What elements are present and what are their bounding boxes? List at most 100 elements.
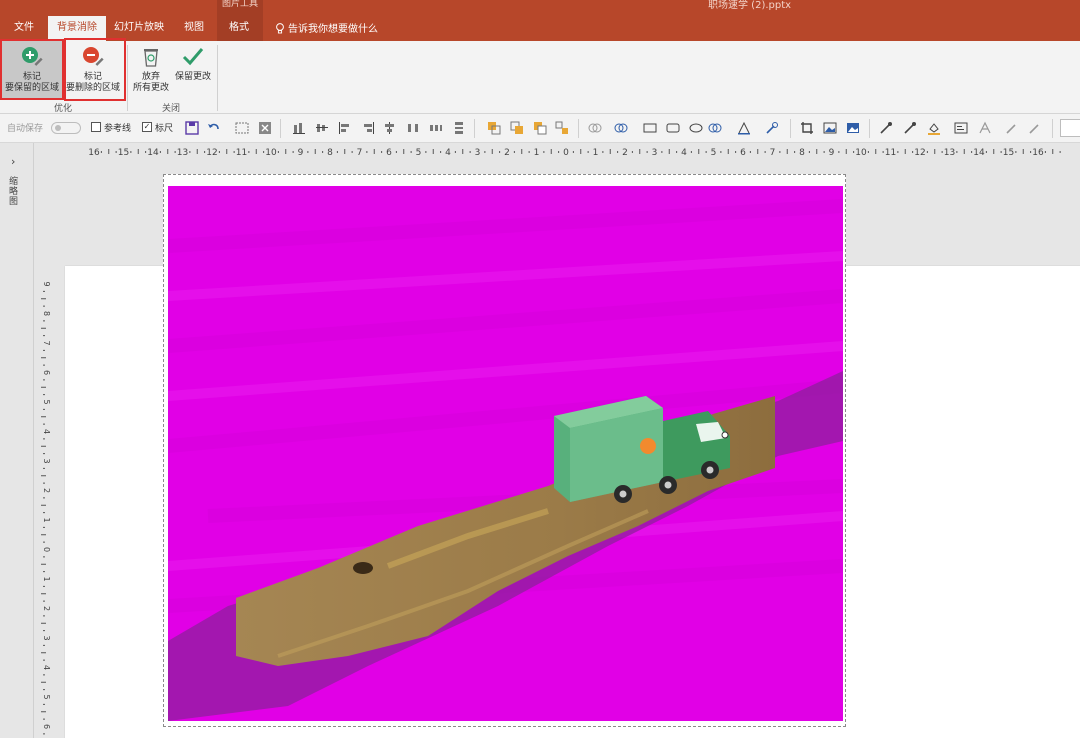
undo-icon[interactable] (207, 121, 221, 135)
guides-checkbox[interactable] (91, 122, 101, 132)
font-color-icon[interactable] (978, 121, 992, 135)
ruler-tick-mark (314, 149, 316, 154)
thumbnails-label[interactable]: 缩略图 (9, 177, 21, 207)
ruler-tick-mark (43, 482, 45, 484)
tab-view[interactable]: 视图 (176, 14, 212, 41)
ruler-tick-label: 9 (829, 148, 835, 158)
send-backward-icon[interactable] (510, 121, 524, 135)
toolbar-search-field[interactable] (1060, 119, 1080, 137)
ruler-tick-mark (292, 151, 294, 153)
distribute-spacing-icon[interactable] (429, 121, 443, 135)
ruler-tick-label: 1 (593, 148, 599, 158)
ruler-tick-label: 7 (770, 148, 776, 158)
tab-file[interactable]: 文件 (6, 14, 42, 41)
discard-all-changes-button[interactable]: 放弃 所有更改 (130, 41, 172, 99)
ruler-tick-mark (543, 151, 545, 153)
align-right-icon[interactable] (361, 121, 375, 135)
oval-shape-icon[interactable] (689, 121, 703, 135)
ruler-tick-mark (897, 151, 899, 153)
tell-me-text: 告诉我你想要做什么 (288, 24, 378, 35)
distribute-horizontal-icon[interactable] (406, 121, 420, 135)
ruler-tick-mark (705, 151, 707, 153)
shape-union-icon[interactable] (588, 121, 602, 135)
ruler-tick-mark (167, 149, 169, 154)
ruler-tick-label: 3 (42, 458, 50, 463)
ruler-tick-label: 10 (855, 148, 867, 158)
grid-icon[interactable] (235, 121, 249, 135)
fill-color-icon[interactable] (927, 121, 941, 135)
magic-effects-icon[interactable] (765, 121, 779, 135)
ruler-tick-mark (690, 151, 692, 153)
pen-icon[interactable] (1005, 121, 1019, 135)
ruler-tick-mark (602, 151, 604, 153)
ruler-tick-mark (727, 149, 729, 154)
ruler-tick-label: 14 (147, 148, 159, 158)
ruler-tick-mark (609, 149, 611, 154)
rounded-rectangle-icon[interactable] (666, 121, 680, 135)
keep-changes-button[interactable]: 保留更改 (172, 41, 214, 99)
align-bottom-icon[interactable] (292, 121, 306, 135)
eyedropper-icon[interactable] (879, 121, 893, 135)
ruler-tick-mark (1022, 149, 1024, 154)
rectangle-shape-icon[interactable] (643, 121, 657, 135)
ruler-tick-mark (41, 681, 46, 683)
send-to-back-icon[interactable] (533, 121, 547, 135)
ruler-tick-mark (41, 622, 46, 624)
autosave-toggle[interactable] (51, 122, 81, 134)
ruler-tick-mark (43, 703, 45, 705)
text-box-icon[interactable] (954, 121, 968, 135)
change-picture-icon[interactable] (846, 121, 860, 135)
shape-combine-icon[interactable] (614, 121, 628, 135)
save-icon[interactable] (185, 121, 199, 135)
ruler-checkbox[interactable]: ✓ (142, 122, 152, 132)
distribute-vertical-icon[interactable] (452, 121, 466, 135)
expand-pane-chevron-icon[interactable]: › (11, 155, 15, 168)
picture-background-removal-preview[interactable] (168, 186, 843, 721)
ruler-tick-mark (425, 151, 427, 153)
ruler-tick-label: 6 (42, 370, 50, 375)
ruler-tick-mark (823, 151, 825, 153)
tab-slideshow[interactable]: 幻灯片放映 (110, 14, 168, 41)
ruler-tick-mark (322, 151, 324, 153)
ruler-tick-mark (43, 305, 45, 307)
close-box-icon[interactable] (258, 121, 272, 135)
ruler-tick-label: 2 (42, 488, 50, 493)
ruler-tick-mark (174, 151, 176, 153)
tab-format[interactable]: 格式 (220, 14, 258, 41)
ruler-tick-mark (639, 149, 641, 154)
ruler-tick-mark (749, 151, 751, 153)
ruler-tick-label: 12 (914, 148, 925, 158)
shape-fill-icon[interactable] (708, 121, 722, 135)
ruler-tick-mark (410, 151, 412, 153)
text-effects-icon[interactable] (737, 121, 751, 135)
align-left-icon[interactable] (338, 121, 352, 135)
ruler-tick-mark (43, 364, 45, 366)
ruler-tick-mark (366, 151, 368, 153)
ruler-tick-mark (108, 149, 110, 154)
align-middle-icon[interactable] (315, 121, 329, 135)
crop-icon[interactable] (800, 121, 814, 135)
horizontal-ruler: 16 15 14 13 12 11 10 9 8 7 6 5 4 3 2 1 0 1 2 3 4 5 6 7 8 9 10 11 12 1… (88, 148, 1061, 158)
ruler-tick-mark (226, 149, 228, 154)
ruler-tick-label: 3 (475, 148, 481, 158)
group-objects-icon[interactable] (555, 121, 569, 135)
align-center-icon[interactable] (383, 121, 397, 135)
tell-me-box[interactable]: 告诉我你想要做什么 (275, 20, 378, 35)
ruler-tick-mark (373, 149, 375, 154)
bring-forward-icon[interactable] (487, 121, 501, 135)
pen-alt-icon[interactable] (1028, 121, 1042, 135)
eyedropper-alt-icon[interactable] (903, 121, 917, 135)
ruler-tick-mark (233, 151, 235, 153)
ruler-tick-mark (43, 320, 45, 322)
picture-icon[interactable] (823, 121, 837, 135)
ruler-tick-label: 4 (445, 148, 451, 158)
ruler-tick-mark (43, 689, 45, 691)
title-bar: 图片工具 职场速学 (2).pptx 文件 背景消除 幻灯片放映 视图 格式 告… (0, 0, 1080, 41)
ruler-tick-label: 11 (236, 148, 247, 158)
ruler-tick-mark (587, 151, 589, 153)
ruler-tick-mark (808, 151, 810, 153)
ruler-tick-label: 12 (206, 148, 217, 158)
ruler-tick-label: 6 (740, 148, 746, 158)
quick-access-toolbar: 自动保存 参考线 ✓ 标尺 (0, 114, 1080, 143)
ruler-tick-label: 4 (42, 429, 50, 434)
